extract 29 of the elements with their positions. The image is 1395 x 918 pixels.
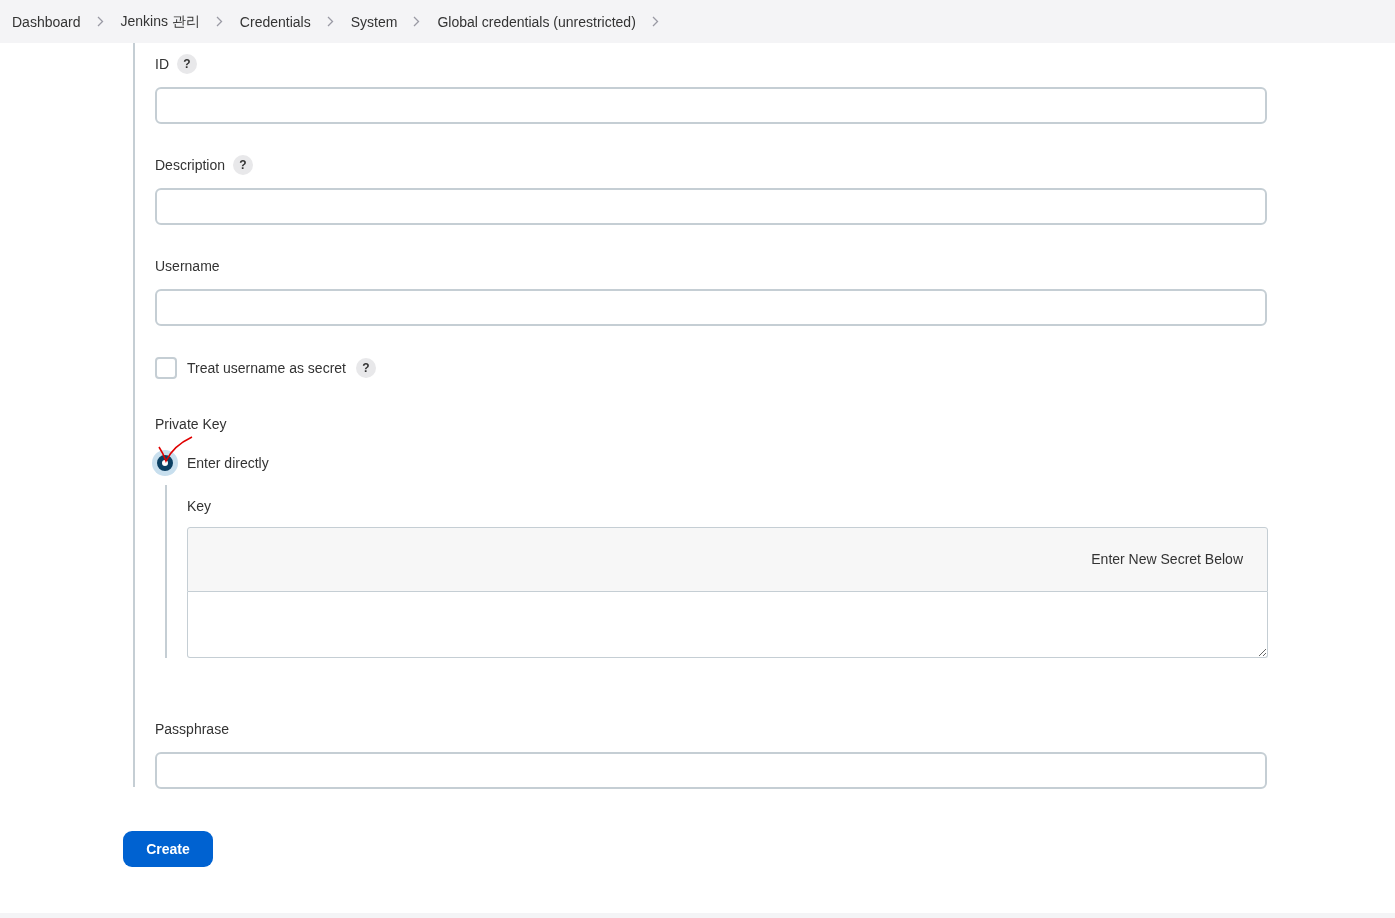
help-icon[interactable]: ? (356, 358, 376, 378)
field-label: Username (155, 257, 220, 276)
help-icon[interactable]: ? (233, 155, 254, 175)
create-button[interactable]: Create (123, 831, 213, 867)
radio-label[interactable]: Enter directly (187, 455, 269, 471)
field-label: Description (155, 156, 226, 175)
field-label: Passphrase (155, 720, 229, 739)
field-label: ID (155, 55, 169, 74)
breadcrumb-link[interactable]: Global credentials (unrestricted) (437, 13, 636, 30)
text-field[interactable] (155, 752, 1267, 789)
chevron-right-icon (651, 16, 659, 27)
chevron-right-icon (96, 16, 104, 27)
breadcrumb-link[interactable]: System (350, 13, 398, 30)
breadcrumb-link[interactable]: Dashboard (12, 13, 81, 30)
breadcrumb-link[interactable]: Credentials (239, 13, 311, 30)
help-icon[interactable]: ? (177, 54, 197, 74)
checkbox-label[interactable]: Treat username as secret (187, 360, 346, 376)
field-label: Key (187, 497, 212, 516)
checkbox[interactable] (155, 357, 177, 379)
field-label: Private Key (155, 415, 227, 434)
secret-banner: Enter New Secret Below (187, 527, 1268, 592)
chevron-right-icon (326, 16, 334, 27)
breadcrumb-link[interactable]: Jenkins 관리 (120, 12, 200, 31)
chevron-right-icon (215, 16, 223, 27)
chevron-right-icon (413, 16, 421, 27)
text-field[interactable] (155, 289, 1267, 326)
text-field[interactable] (155, 188, 1267, 225)
text-field[interactable] (155, 87, 1267, 124)
key-text-area[interactable] (187, 592, 1268, 658)
